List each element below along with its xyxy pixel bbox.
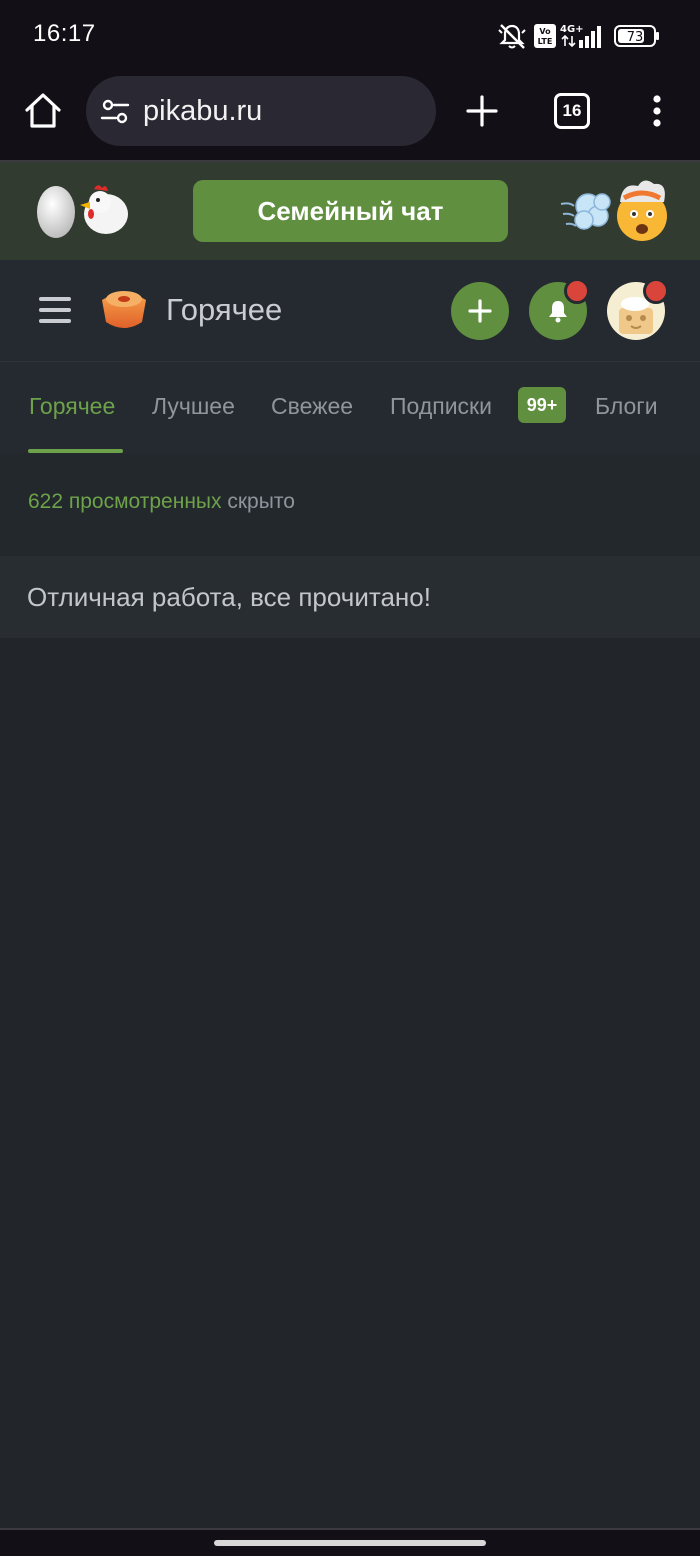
tab-hot[interactable]: Горячее — [29, 393, 115, 420]
dash-exploding-head-emoji-icon — [558, 176, 672, 246]
feed-tabs: Горячее Лучшее Свежее Подписки 99+ Блоги — [0, 362, 700, 454]
status-time: 16:17 — [33, 20, 96, 47]
hidden-viewed-text: 622 просмотренных скрыто — [28, 490, 295, 514]
system-nav-bar — [0, 1528, 700, 1556]
status-bar: 16:17 Vo LTE 4G+ 73 — [0, 0, 700, 70]
network-label: 4G+ — [560, 24, 584, 35]
address-bar[interactable]: pikabu.ru — [86, 76, 436, 146]
egg-chicken-emoji-icon — [34, 180, 134, 242]
gesture-handle[interactable] — [214, 1540, 486, 1546]
battery-level: 73 — [627, 30, 644, 45]
tabs-icon[interactable]: 16 — [554, 93, 590, 129]
tab-count: 16 — [562, 101, 582, 120]
more-menu-icon[interactable] — [650, 94, 664, 128]
add-post-button[interactable] — [451, 282, 509, 340]
add-post-icon — [468, 299, 492, 323]
tab-best[interactable]: Лучшее — [152, 393, 235, 420]
home-icon[interactable] — [22, 90, 64, 132]
svg-text:LTE: LTE — [538, 37, 553, 46]
page-title: Горячее — [166, 292, 283, 327]
tab-blogs[interactable]: Блоги — [595, 393, 658, 420]
tab-fresh[interactable]: Свежее — [271, 393, 353, 420]
family-chat-button[interactable]: Семейный чат — [193, 180, 508, 242]
show-hidden-link[interactable]: 622 просмотренных — [28, 490, 222, 513]
new-tab-icon[interactable] — [465, 94, 499, 128]
volte-icon: Vo LTE — [534, 22, 556, 50]
mute-icon — [497, 22, 527, 50]
subscriptions-badge: 99+ — [518, 387, 566, 423]
svg-text:Vo: Vo — [539, 27, 551, 36]
hidden-viewed-row: 622 просмотренных скрыто — [0, 454, 700, 556]
tab-subscriptions[interactable]: Подписки — [390, 393, 492, 420]
all-read-message: Отличная работа, все прочитано! — [27, 582, 431, 612]
hot-logo-icon[interactable] — [96, 284, 152, 334]
url-text[interactable]: pikabu.ru — [143, 95, 262, 128]
hamburger-menu-icon[interactable] — [38, 293, 72, 327]
browser-toolbar: pikabu.ru 16 — [0, 70, 700, 162]
feed-area — [0, 638, 700, 1528]
all-read-panel: Отличная работа, все прочитано! — [0, 556, 700, 638]
signal-icon: 4G+ — [560, 22, 608, 50]
site-header: Горячее — [0, 260, 700, 362]
hidden-suffix: скрыто — [221, 490, 295, 513]
battery-icon: 73 — [614, 22, 660, 50]
bell-icon — [549, 301, 567, 323]
promo-banner[interactable]: Семейный чат — [0, 162, 700, 260]
active-tab-indicator — [28, 449, 123, 453]
site-settings-icon[interactable] — [100, 98, 130, 126]
notification-dot — [564, 278, 590, 304]
profile-notification-dot — [643, 278, 669, 304]
